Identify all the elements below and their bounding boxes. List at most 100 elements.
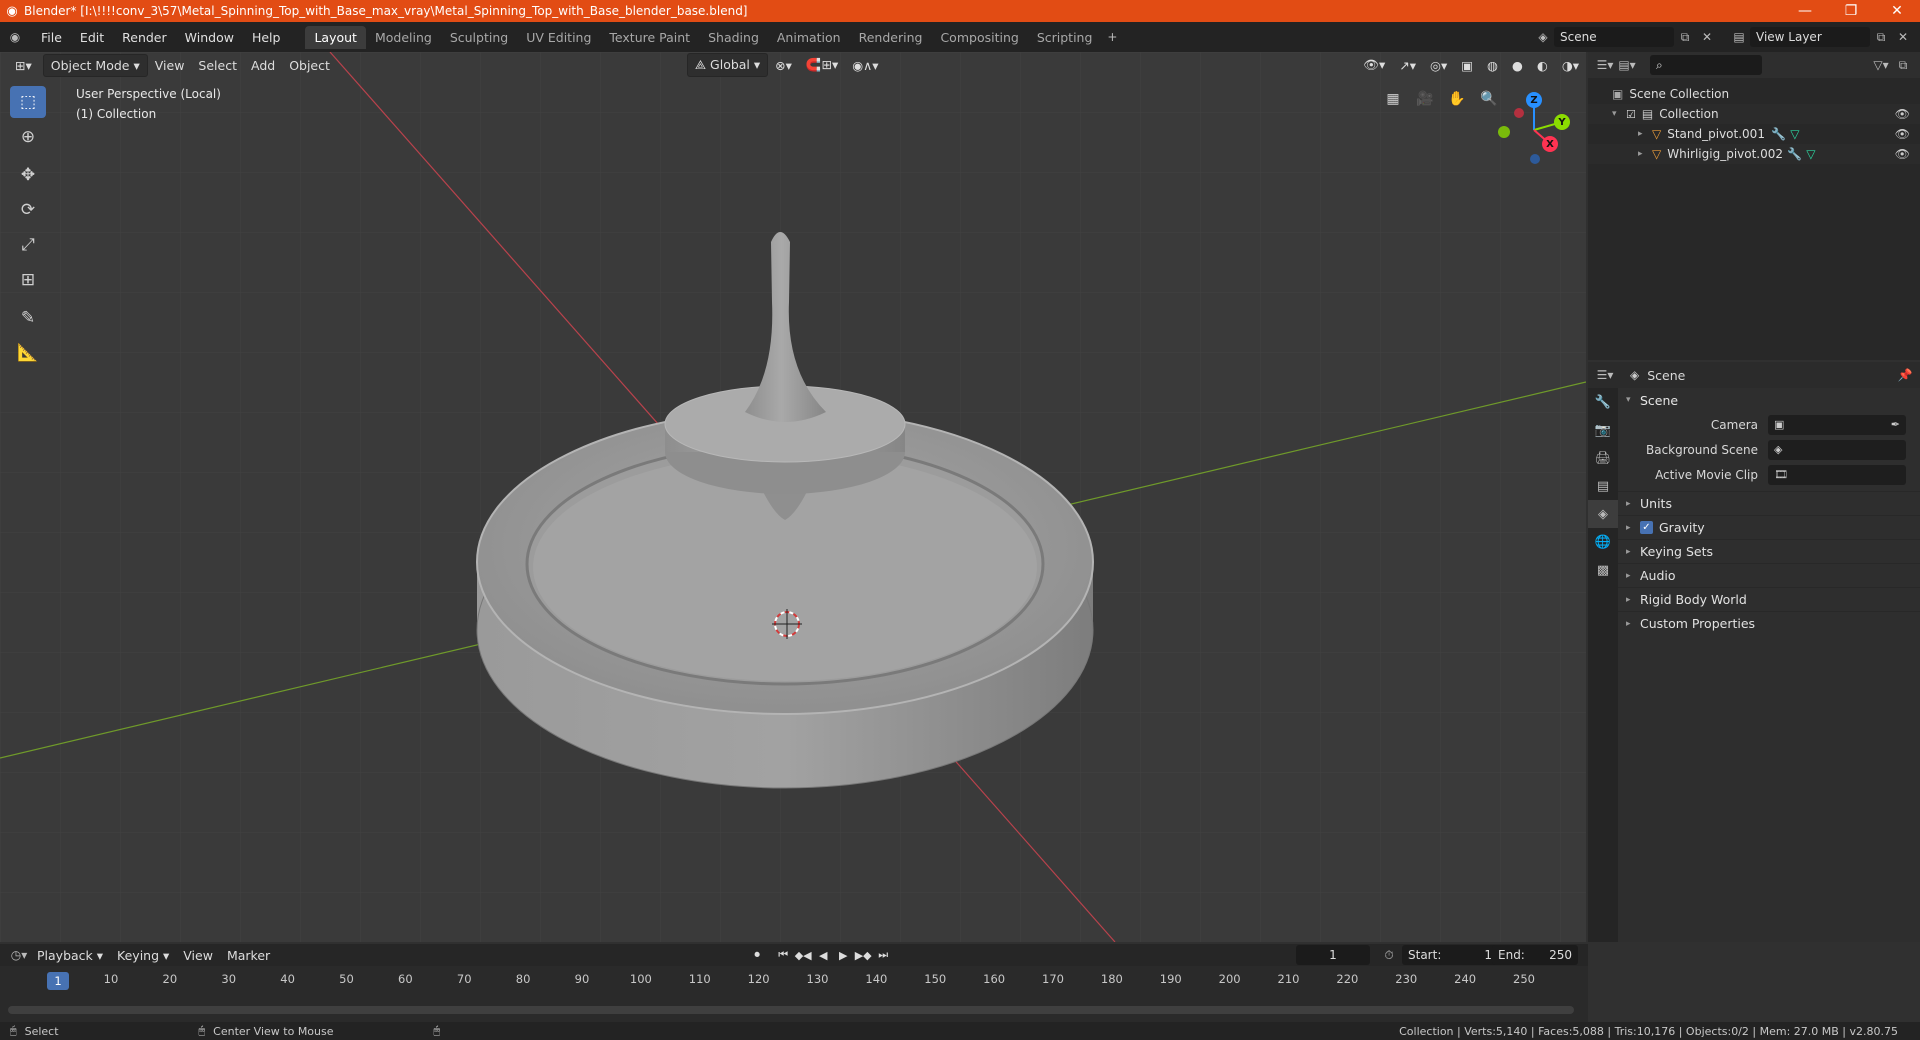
filter-icon[interactable]: ▽▾: [1870, 55, 1892, 75]
cursor-tool-icon[interactable]: ⊕: [10, 121, 46, 153]
camera-view-icon[interactable]: 🎥: [1412, 86, 1438, 112]
pan-view-icon[interactable]: ✋: [1444, 86, 1470, 112]
overlay-toggle-icon[interactable]: ◎▾: [1423, 55, 1454, 76]
menu-view[interactable]: View: [148, 55, 192, 76]
shading-material-icon[interactable]: ◐: [1530, 55, 1555, 76]
proportional-editing-icon[interactable]: ◉∧▾: [845, 55, 885, 76]
scene-tab-icon[interactable]: ◈: [1588, 500, 1618, 528]
timeline-editor-type-icon[interactable]: ◷▾: [8, 945, 30, 965]
shading-wireframe-icon[interactable]: ◍: [1480, 55, 1505, 76]
gravity-checkbox[interactable]: ✓: [1640, 521, 1653, 534]
menu-edit[interactable]: Edit: [71, 30, 113, 45]
expand-icon[interactable]: ▸: [1638, 129, 1652, 139]
world-tab-icon[interactable]: 🌐: [1588, 528, 1618, 556]
jump-start-icon[interactable]: ⏮: [773, 948, 793, 962]
editor-type-icon[interactable]: ⊞▾: [8, 55, 39, 76]
annotate-tool-icon[interactable]: ✎: [10, 302, 46, 334]
move-tool-icon[interactable]: ✥: [10, 159, 46, 191]
outliner-collection[interactable]: ▾ ☑ ▤ Collection 👁: [1588, 104, 1920, 124]
mesh-data-icon[interactable]: ▽: [1806, 147, 1815, 161]
current-frame-indicator[interactable]: 1: [47, 972, 69, 990]
texture-tab-icon[interactable]: ▩: [1588, 556, 1618, 584]
gizmo-x-axis[interactable]: X: [1542, 136, 1558, 152]
tab-sculpting[interactable]: Sculpting: [441, 26, 517, 49]
menu-select[interactable]: Select: [191, 55, 244, 76]
xray-toggle-icon[interactable]: ▣: [1454, 55, 1480, 76]
menu-render[interactable]: Render: [113, 30, 176, 45]
ortho-toggle-icon[interactable]: ▦: [1380, 86, 1406, 112]
active-movie-clip-field[interactable]: 🎞: [1768, 464, 1906, 485]
rotate-tool-icon[interactable]: ⟳: [10, 194, 46, 226]
gravity-panel[interactable]: ▸ ✓ Gravity: [1618, 515, 1920, 539]
transform-orientation-selector[interactable]: ⟁ Global ▾: [686, 53, 769, 77]
snap-icon[interactable]: 🧲⊞▾: [799, 54, 845, 76]
3d-viewport[interactable]: ⊞▾ Object Mode ▾ View Select Add Object …: [0, 52, 1586, 942]
menu-marker[interactable]: Marker: [220, 945, 277, 966]
tool-tab-icon[interactable]: 🔧: [1588, 388, 1618, 416]
collapse-icon[interactable]: ▾: [1612, 109, 1626, 119]
shading-rendered-icon[interactable]: ◑▾: [1555, 55, 1586, 76]
new-scene-icon[interactable]: ⧉: [1674, 27, 1696, 47]
close-button[interactable]: ✕: [1874, 3, 1920, 19]
play-reverse-icon[interactable]: ◀: [813, 949, 833, 962]
start-frame-field[interactable]: Start: 1: [1402, 945, 1498, 965]
scene-selector-icon[interactable]: ◈: [1532, 27, 1554, 47]
current-frame-field[interactable]: 1: [1296, 945, 1370, 965]
pin-icon[interactable]: 📌: [1894, 365, 1916, 385]
modifier-icon[interactable]: 🔧: [1771, 127, 1786, 141]
output-tab-icon[interactable]: 🖨: [1588, 444, 1618, 472]
blender-menu-icon[interactable]: ◉: [4, 27, 26, 47]
outliner-scene-collection[interactable]: ▣ Scene Collection: [1588, 84, 1920, 104]
prev-keyframe-icon[interactable]: ◆◀: [793, 949, 813, 962]
gizmo-neg-y-axis[interactable]: [1498, 126, 1510, 138]
tab-layout[interactable]: Layout: [305, 25, 366, 49]
gizmo-z-axis[interactable]: Z: [1526, 92, 1542, 108]
timeline-ruler[interactable]: 10 20 30 40 50 60 70 80 90 100 110 120 130 140 150 160 1…: [0, 972, 1588, 992]
add-workspace-icon[interactable]: +: [1101, 27, 1123, 47]
mesh-data-icon[interactable]: ▽: [1790, 127, 1799, 141]
remove-scene-icon[interactable]: ✕: [1696, 27, 1718, 47]
tab-compositing[interactable]: Compositing: [931, 26, 1027, 49]
visibility-icon[interactable]: 👁▾: [1356, 54, 1392, 76]
scene-panel-header[interactable]: ▾ Scene: [1618, 388, 1920, 412]
render-tab-icon[interactable]: 📷: [1588, 416, 1618, 444]
outliner-search-input[interactable]: ⌕: [1650, 55, 1762, 75]
menu-object[interactable]: Object: [282, 55, 337, 76]
modifier-icon[interactable]: 🔧: [1787, 147, 1802, 161]
view-layer-field[interactable]: View Layer: [1750, 27, 1870, 47]
record-icon[interactable]: ⏺: [747, 948, 767, 962]
next-keyframe-icon[interactable]: ▶◆: [853, 949, 873, 962]
tab-modeling[interactable]: Modeling: [366, 26, 441, 49]
camera-field[interactable]: ▣ ✒: [1768, 414, 1906, 435]
transform-tool-icon[interactable]: ⊞: [10, 264, 46, 296]
mode-selector[interactable]: Object Mode ▾: [42, 53, 148, 77]
outliner-object-row[interactable]: ▸ ▽ Stand_pivot.001 🔧 ▽ 👁: [1588, 124, 1920, 144]
properties-editor-type-icon[interactable]: ☰▾: [1594, 365, 1616, 385]
menu-window[interactable]: Window: [176, 30, 243, 45]
tab-uv-editing[interactable]: UV Editing: [517, 26, 600, 49]
audio-panel[interactable]: ▸ Audio: [1618, 563, 1920, 587]
outliner-object-row[interactable]: ▸ ▽ Whirligig_pivot.002 🔧 ▽ 👁: [1588, 144, 1920, 164]
jump-end-icon[interactable]: ⏭: [873, 948, 893, 962]
gizmo-y-axis[interactable]: Y: [1554, 114, 1570, 130]
custom-properties-panel[interactable]: ▸ Custom Properties: [1618, 611, 1920, 635]
tab-texture-paint[interactable]: Texture Paint: [600, 26, 699, 49]
tab-rendering[interactable]: Rendering: [850, 26, 932, 49]
play-icon[interactable]: ▶: [833, 949, 853, 962]
scale-tool-icon[interactable]: ⤢: [10, 229, 46, 261]
view-layer-icon[interactable]: ▤: [1728, 27, 1750, 47]
new-view-layer-icon[interactable]: ⧉: [1870, 27, 1892, 47]
shading-solid-icon[interactable]: ●: [1505, 55, 1530, 76]
gizmo-neg-z-axis[interactable]: [1530, 154, 1540, 164]
scene-field[interactable]: Scene: [1554, 27, 1674, 47]
object-visibility-eye-icon[interactable]: 👁: [1895, 147, 1910, 161]
collection-visibility-eye-icon[interactable]: 👁: [1895, 107, 1910, 121]
menu-add[interactable]: Add: [244, 55, 282, 76]
collection-checkbox[interactable]: ☑: [1626, 108, 1636, 121]
new-collection-icon[interactable]: ⧉: [1892, 55, 1914, 75]
tab-animation[interactable]: Animation: [768, 26, 850, 49]
gizmo-neg-x-axis[interactable]: [1514, 108, 1524, 118]
pivot-point-icon[interactable]: ⊗▾: [768, 55, 799, 76]
timeline-scrollbar[interactable]: [8, 1006, 1574, 1014]
maximize-button[interactable]: ❐: [1828, 3, 1874, 19]
